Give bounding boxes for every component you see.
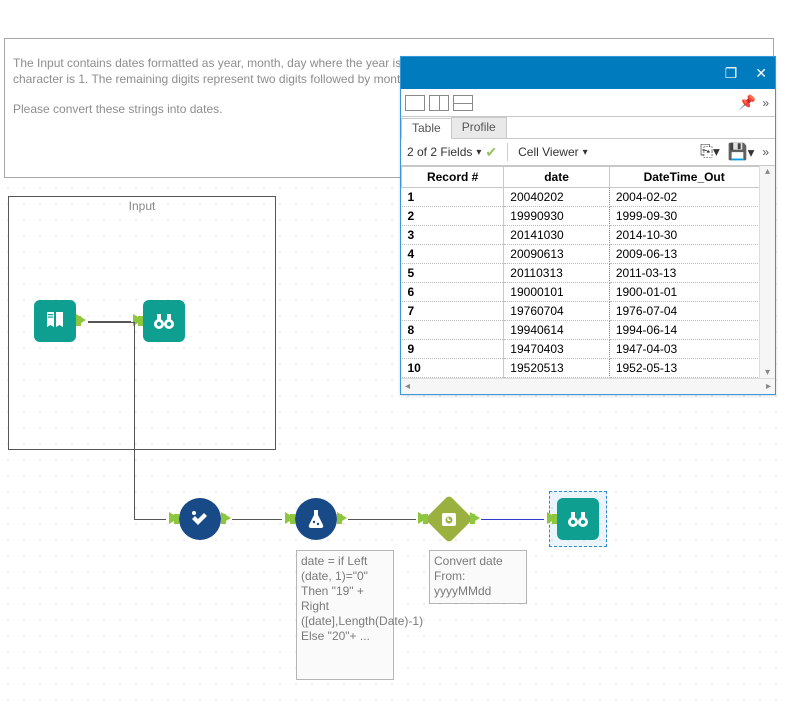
table-row[interactable]: 9194704031947-04-03 bbox=[402, 340, 776, 359]
col-header-datetimeout[interactable]: DateTime_Out bbox=[609, 167, 759, 188]
layout-hsplit-button[interactable] bbox=[453, 95, 473, 111]
formula-flask-icon bbox=[304, 507, 328, 531]
datetime-annotation: Convert date From: yyyyMMdd bbox=[429, 550, 527, 604]
tab-table[interactable]: Table bbox=[401, 118, 452, 139]
date-cell[interactable]: 19990930 bbox=[504, 207, 610, 226]
datetimeout-cell[interactable]: 1952-05-13 bbox=[609, 359, 759, 378]
results-titlebar[interactable]: ❐ ✕ bbox=[401, 57, 775, 89]
connector bbox=[232, 519, 282, 520]
datetimeout-cell[interactable]: 1976-07-04 bbox=[609, 302, 759, 321]
datetime-icon bbox=[437, 507, 461, 531]
chevron-right-icon[interactable]: » bbox=[762, 145, 769, 159]
date-cell[interactable]: 19000101 bbox=[504, 283, 610, 302]
close-icon[interactable]: ✕ bbox=[755, 65, 767, 82]
binoculars-icon bbox=[152, 309, 176, 333]
cellviewer-dropdown[interactable]: Cell Viewer ▾ bbox=[518, 145, 588, 159]
browse-tool-2[interactable] bbox=[557, 498, 599, 540]
fields-label: 2 of 2 Fields bbox=[407, 145, 472, 159]
record-cell[interactable]: 10 bbox=[402, 359, 504, 378]
results-table[interactable]: Record # date DateTime_Out 1200402022004… bbox=[401, 166, 775, 378]
check-icon: ✔ bbox=[485, 144, 497, 161]
results-tabs: Table Profile bbox=[401, 117, 775, 139]
record-cell[interactable]: 8 bbox=[402, 321, 504, 340]
record-cell[interactable]: 6 bbox=[402, 283, 504, 302]
record-cell[interactable]: 1 bbox=[402, 188, 504, 207]
layout-single-button[interactable] bbox=[405, 95, 425, 111]
fields-dropdown[interactable]: 2 of 2 Fields ▾ ✔ bbox=[407, 144, 497, 161]
binoculars-icon bbox=[566, 507, 590, 531]
select-tool[interactable] bbox=[179, 498, 221, 540]
book-icon bbox=[43, 309, 67, 333]
table-row[interactable]: 7197607041976-07-04 bbox=[402, 302, 776, 321]
formula-annotation: date = if Left (date, 1)="0" Then "19" +… bbox=[296, 550, 394, 680]
caret-down-icon: ▾ bbox=[583, 147, 588, 158]
vertical-scrollbar[interactable]: ▴▾ bbox=[759, 166, 775, 378]
date-cell[interactable]: 20040202 bbox=[504, 188, 610, 207]
datetimeout-cell[interactable]: 1999-09-30 bbox=[609, 207, 759, 226]
tab-profile[interactable]: Profile bbox=[451, 117, 507, 138]
date-cell[interactable]: 19520513 bbox=[504, 359, 610, 378]
caret-down-icon: ▾ bbox=[476, 147, 481, 158]
datetimeout-cell[interactable]: 1947-04-03 bbox=[609, 340, 759, 359]
datetimeout-cell[interactable]: 2004-02-02 bbox=[609, 188, 759, 207]
table-row[interactable]: 1200402022004-02-02 bbox=[402, 188, 776, 207]
datetime-tool[interactable] bbox=[428, 498, 470, 540]
datetimeout-cell[interactable]: 1900-01-01 bbox=[609, 283, 759, 302]
results-window[interactable]: ❐ ✕ 📌 » Table Profile 2 of 2 Fields ▾ ✔ … bbox=[400, 56, 776, 395]
date-cell[interactable]: 19760704 bbox=[504, 302, 610, 321]
copy-icon[interactable]: ⎘▾ bbox=[700, 143, 720, 161]
record-cell[interactable]: 5 bbox=[402, 264, 504, 283]
chevron-right-icon[interactable]: » bbox=[760, 96, 771, 110]
table-row[interactable]: 4200906132009-06-13 bbox=[402, 245, 776, 264]
record-cell[interactable]: 7 bbox=[402, 302, 504, 321]
results-layout-toolbar: 📌 » bbox=[401, 89, 775, 117]
save-icon[interactable]: 💾▾ bbox=[728, 142, 755, 162]
datetimeout-cell[interactable]: 2011-03-13 bbox=[609, 264, 759, 283]
browse-tool-1[interactable] bbox=[143, 300, 185, 342]
results-table-area: Record # date DateTime_Out 1200402022004… bbox=[401, 166, 775, 394]
restore-icon[interactable]: ❐ bbox=[725, 65, 738, 82]
horizontal-scrollbar[interactable]: ◂▸ bbox=[401, 378, 775, 394]
date-cell[interactable]: 20090613 bbox=[504, 245, 610, 264]
datetimeout-cell[interactable]: 1994-06-14 bbox=[609, 321, 759, 340]
layout-vsplit-button[interactable] bbox=[429, 95, 449, 111]
text-input-tool[interactable] bbox=[34, 300, 76, 342]
connector bbox=[134, 322, 135, 519]
connector bbox=[134, 519, 166, 520]
cellviewer-label: Cell Viewer bbox=[518, 145, 578, 159]
table-row[interactable]: 10195205131952-05-13 bbox=[402, 359, 776, 378]
separator bbox=[507, 143, 508, 161]
table-row[interactable]: 8199406141994-06-14 bbox=[402, 321, 776, 340]
pin-icon[interactable]: 📌 bbox=[739, 94, 756, 111]
date-cell[interactable]: 20110313 bbox=[504, 264, 610, 283]
results-controls: 2 of 2 Fields ▾ ✔ Cell Viewer ▾ ⎘▾ 💾▾ » bbox=[401, 139, 775, 166]
table-row[interactable]: 6190001011900-01-01 bbox=[402, 283, 776, 302]
datetimeout-cell[interactable]: 2014-10-30 bbox=[609, 226, 759, 245]
record-cell[interactable]: 3 bbox=[402, 226, 504, 245]
record-cell[interactable]: 4 bbox=[402, 245, 504, 264]
col-header-record[interactable]: Record # bbox=[402, 167, 504, 188]
select-icon bbox=[188, 507, 212, 531]
col-header-date[interactable]: date bbox=[504, 167, 610, 188]
connector bbox=[481, 519, 544, 520]
datetimeout-cell[interactable]: 2009-06-13 bbox=[609, 245, 759, 264]
connector bbox=[348, 519, 416, 520]
table-row[interactable]: 2199909301999-09-30 bbox=[402, 207, 776, 226]
input-container-title: Input bbox=[9, 197, 275, 213]
connector bbox=[88, 322, 134, 323]
table-row[interactable]: 5201103132011-03-13 bbox=[402, 264, 776, 283]
formula-tool[interactable] bbox=[295, 498, 337, 540]
record-cell[interactable]: 2 bbox=[402, 207, 504, 226]
date-cell[interactable]: 19940614 bbox=[504, 321, 610, 340]
table-row[interactable]: 3201410302014-10-30 bbox=[402, 226, 776, 245]
record-cell[interactable]: 9 bbox=[402, 340, 504, 359]
date-cell[interactable]: 20141030 bbox=[504, 226, 610, 245]
date-cell[interactable]: 19470403 bbox=[504, 340, 610, 359]
